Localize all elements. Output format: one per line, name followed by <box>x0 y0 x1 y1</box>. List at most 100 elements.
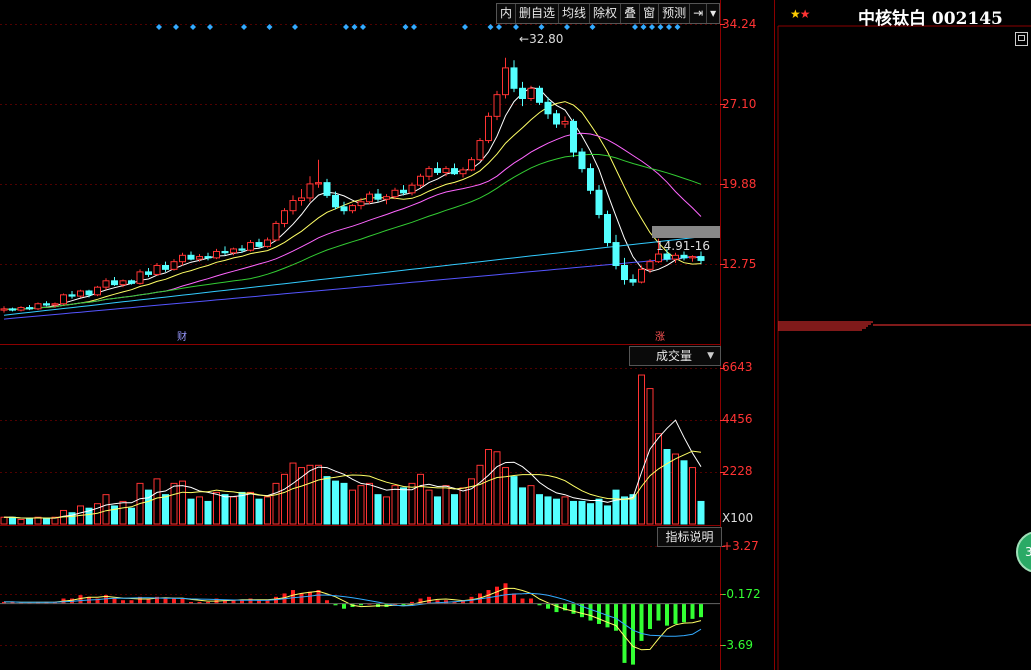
candle-body <box>43 303 50 306</box>
candle-body <box>553 113 560 125</box>
toolbar-delete-watchlist-button[interactable]: 删自选 <box>516 4 560 23</box>
candle-body <box>366 193 373 203</box>
volume-bar <box>553 498 560 525</box>
toolbar-ex-rights-button[interactable]: 除权 <box>590 4 622 23</box>
candle-body <box>646 261 654 270</box>
event-diamond <box>513 24 519 30</box>
stock-title: 中核钛白 002145 <box>858 9 1003 29</box>
candle-body <box>119 280 127 286</box>
macd-bar <box>308 591 312 604</box>
window-icon[interactable] <box>1015 32 1028 46</box>
event-label-limit-up[interactable]: 涨 <box>654 332 666 344</box>
volume-bar <box>289 462 297 525</box>
chevron-down-icon[interactable]: ▾ <box>707 4 719 23</box>
volume-bar <box>587 503 594 525</box>
candle-body <box>510 67 518 89</box>
macd-bar <box>648 603 652 630</box>
volume-bar <box>570 500 577 525</box>
candle-body <box>374 193 382 200</box>
candle-body <box>26 307 33 310</box>
volume-bar <box>391 485 399 525</box>
chevron-down-icon: ▼ <box>707 351 714 361</box>
event-diamond <box>564 24 570 30</box>
ma-line-50 <box>3 236 702 316</box>
volume-bar <box>26 517 33 525</box>
volume-bar <box>459 487 467 525</box>
volume-bar <box>332 480 339 525</box>
volume-bar <box>153 478 161 525</box>
macd-bar <box>342 603 346 609</box>
toolbar-forecast-button[interactable]: 预测 <box>659 4 691 23</box>
volume-select-label: 成交量 <box>656 349 693 363</box>
candle-body <box>153 265 161 275</box>
volume-bar <box>595 498 603 525</box>
volume-bar <box>519 487 526 525</box>
volume-bar <box>544 496 552 525</box>
toolbar-ma-button[interactable]: 均线 <box>559 4 591 23</box>
volume-indicator-select[interactable]: 成交量 ▼ <box>629 346 721 366</box>
volume-bar <box>221 494 229 525</box>
rating-stars[interactable]: ★★ <box>790 7 811 21</box>
indicator-help-button[interactable]: 指标说明 <box>657 527 722 547</box>
macd-bar <box>699 603 703 618</box>
volume-bar <box>425 489 433 525</box>
candle-body <box>434 168 441 173</box>
volume-bar <box>442 485 450 525</box>
candle-body <box>663 253 671 260</box>
candle-body <box>230 248 237 254</box>
toolbar-window-button[interactable]: 窗 <box>640 4 660 23</box>
candle-body <box>612 242 620 267</box>
candle-body <box>34 303 42 310</box>
macd-bar <box>673 603 678 624</box>
volume-bar <box>349 489 356 525</box>
candle-body <box>111 280 118 286</box>
toolbar-overlay-button[interactable]: 叠 <box>621 4 641 23</box>
candle-body <box>255 242 263 247</box>
candle-body <box>238 248 246 251</box>
volume-bar <box>145 489 152 525</box>
candle-body <box>102 280 110 288</box>
price-axis-label: 27.10 <box>722 97 757 111</box>
volume-bar <box>612 489 620 525</box>
toolbar-inner-button[interactable]: 内 <box>497 4 517 23</box>
candle-body <box>264 239 271 247</box>
candle-body <box>561 120 569 125</box>
candle-body <box>417 175 424 186</box>
candle-body <box>383 196 390 200</box>
event-diamond <box>292 24 298 30</box>
candle-body <box>213 250 220 259</box>
volume-bar <box>247 491 254 525</box>
event-label-financial[interactable]: 财 <box>176 332 188 344</box>
candle-body <box>468 159 475 171</box>
volume-axis-label: 6643 <box>722 360 753 374</box>
volume-bar <box>527 485 535 525</box>
candle-body <box>77 290 84 297</box>
macd-bar <box>512 593 516 604</box>
event-diamond <box>538 24 545 30</box>
kline-chart[interactable] <box>0 0 1031 670</box>
macd-bar <box>121 600 125 604</box>
macd-bar <box>682 603 686 623</box>
pin-icon[interactable]: ⇥ <box>690 4 708 23</box>
volume-axis-label: 4456 <box>722 412 753 426</box>
candle-body <box>357 201 365 207</box>
candle-body <box>17 307 25 311</box>
volume-bar <box>306 464 314 525</box>
volume-bar <box>255 498 263 525</box>
candle-body <box>697 256 705 261</box>
volume-bar <box>476 464 484 525</box>
candle-body <box>340 206 348 212</box>
candle-body <box>187 254 195 260</box>
macd-bar <box>299 593 304 604</box>
volume-axis-label: 2228 <box>722 464 753 478</box>
candle-body <box>349 205 356 212</box>
candle-body <box>9 308 16 311</box>
macd-bar <box>571 603 576 614</box>
macd-bar <box>520 598 525 604</box>
candle-body <box>595 189 603 216</box>
volume-bar <box>536 494 543 525</box>
volume-bar <box>281 473 288 525</box>
macd-axis-label: -0.172 <box>722 587 761 601</box>
macd-bar <box>291 590 295 604</box>
min-price-label: 14.91-16 <box>656 239 710 253</box>
